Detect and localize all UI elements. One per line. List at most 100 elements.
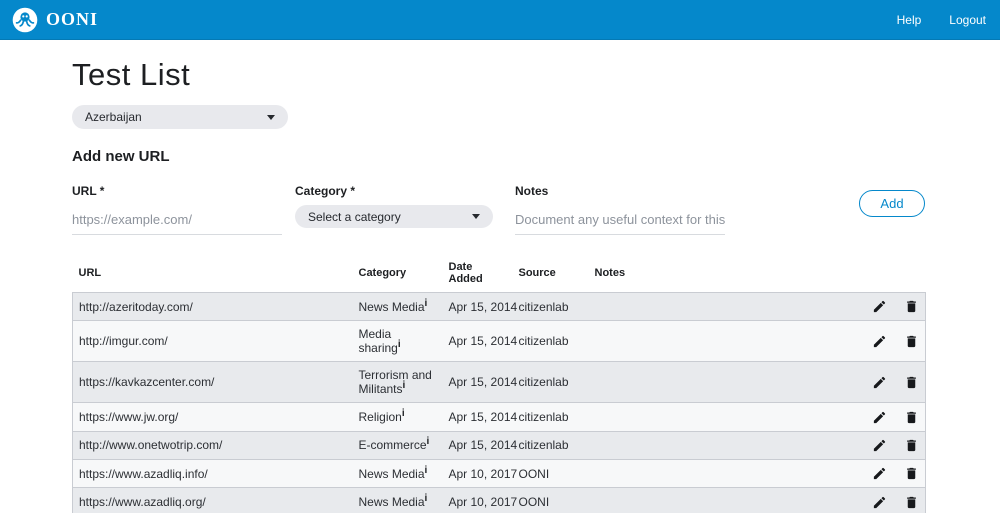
row-notes — [589, 431, 856, 459]
row-date-added: Apr 15, 2014 — [443, 362, 513, 403]
edit-pencil-icon[interactable] — [872, 495, 887, 510]
row-notes — [589, 459, 856, 487]
row-category: Media sharingi — [353, 321, 443, 362]
category-select[interactable]: Select a category — [295, 205, 493, 228]
row-actions — [856, 431, 926, 459]
url-input[interactable] — [72, 209, 282, 235]
brand-name: OONI — [46, 9, 98, 30]
col-header-notes: Notes — [589, 256, 856, 293]
ooni-logo-link[interactable]: OONI — [12, 7, 98, 33]
delete-trash-icon[interactable] — [904, 334, 919, 349]
table-row: https://kavkazcenter.com/ Terrorism and … — [73, 362, 926, 403]
notes-input[interactable] — [515, 209, 725, 235]
page-title: Test List — [72, 56, 925, 93]
row-actions — [856, 403, 926, 431]
row-source: citizenlab — [513, 321, 589, 362]
row-date-added: Apr 15, 2014 — [443, 431, 513, 459]
info-icon[interactable]: i — [425, 493, 428, 504]
row-notes — [589, 321, 856, 362]
delete-trash-icon[interactable] — [904, 438, 919, 453]
row-url: http://www.onetwotrip.com/ — [73, 431, 353, 459]
row-url: https://www.azadliq.org/ — [73, 488, 353, 513]
info-icon[interactable]: i — [402, 408, 405, 419]
delete-trash-icon[interactable] — [904, 410, 919, 425]
delete-trash-icon[interactable] — [904, 495, 919, 510]
info-icon[interactable]: i — [425, 298, 428, 309]
edit-pencil-icon[interactable] — [872, 410, 887, 425]
row-source: citizenlab — [513, 293, 589, 321]
row-category: E-commercei — [353, 431, 443, 459]
row-source: citizenlab — [513, 403, 589, 431]
delete-trash-icon[interactable] — [904, 375, 919, 390]
row-category: News Mediai — [353, 459, 443, 487]
info-icon[interactable]: i — [398, 339, 401, 350]
row-notes — [589, 362, 856, 403]
delete-trash-icon[interactable] — [904, 299, 919, 314]
category-select-value: Select a category — [308, 210, 401, 224]
delete-trash-icon[interactable] — [904, 466, 919, 481]
row-url: https://www.azadliq.info/ — [73, 459, 353, 487]
table-row: http://imgur.com/ Media sharingi Apr 15,… — [73, 321, 926, 362]
row-date-added: Apr 15, 2014 — [443, 321, 513, 362]
info-icon[interactable]: i — [403, 380, 406, 391]
row-notes — [589, 293, 856, 321]
row-actions — [856, 488, 926, 513]
info-icon[interactable]: i — [427, 436, 430, 447]
row-url: http://azeritoday.com/ — [73, 293, 353, 321]
row-date-added: Apr 10, 2017 — [443, 459, 513, 487]
table-row: http://azeritoday.com/ News Mediai Apr 1… — [73, 293, 926, 321]
row-actions — [856, 293, 926, 321]
table-row: https://www.jw.org/ Religioni Apr 15, 20… — [73, 403, 926, 431]
notes-field-group: Notes — [515, 184, 725, 235]
url-table-body: http://azeritoday.com/ News Mediai Apr 1… — [73, 293, 926, 513]
add-url-form: URL * Category * Select a category Notes… — [72, 184, 925, 235]
row-date-added: Apr 15, 2014 — [443, 293, 513, 321]
info-icon[interactable]: i — [425, 465, 428, 476]
row-category: News Mediai — [353, 293, 443, 321]
edit-pencil-icon[interactable] — [872, 438, 887, 453]
row-category: Religioni — [353, 403, 443, 431]
edit-pencil-icon[interactable] — [872, 466, 887, 481]
main-content: Test List Azerbaijan Add new URL URL * C… — [72, 56, 925, 513]
row-notes — [589, 403, 856, 431]
row-date-added: Apr 10, 2017 — [443, 488, 513, 513]
add-url-heading: Add new URL — [72, 148, 925, 165]
row-actions — [856, 321, 926, 362]
row-source: OONI — [513, 459, 589, 487]
col-header-source: Source — [513, 256, 589, 293]
table-row: http://www.onetwotrip.com/ E-commercei A… — [73, 431, 926, 459]
category-field-group: Category * Select a category — [295, 184, 493, 235]
col-header-actions — [856, 256, 926, 293]
row-source: OONI — [513, 488, 589, 513]
table-row: https://www.azadliq.org/ News Mediai Apr… — [73, 488, 926, 513]
col-header-url: URL — [73, 256, 353, 293]
row-date-added: Apr 15, 2014 — [443, 403, 513, 431]
row-source: citizenlab — [513, 362, 589, 403]
edit-pencil-icon[interactable] — [872, 299, 887, 314]
edit-pencil-icon[interactable] — [872, 334, 887, 349]
row-actions — [856, 362, 926, 403]
top-navigation-bar: OONI Help Logout — [0, 0, 1000, 40]
row-category: News Mediai — [353, 488, 443, 513]
chevron-down-icon — [267, 115, 275, 120]
top-nav-links: Help Logout — [897, 13, 986, 27]
category-label: Category * — [295, 184, 493, 198]
logout-link[interactable]: Logout — [949, 13, 986, 27]
col-header-date: Date Added — [443, 256, 513, 293]
url-table-header: URL Category Date Added Source Notes — [73, 256, 926, 293]
row-url: http://imgur.com/ — [73, 321, 353, 362]
row-source: citizenlab — [513, 431, 589, 459]
row-url: https://kavkazcenter.com/ — [73, 362, 353, 403]
url-field-group: URL * — [72, 184, 282, 235]
country-select-value: Azerbaijan — [85, 110, 142, 124]
edit-pencil-icon[interactable] — [872, 375, 887, 390]
row-url: https://www.jw.org/ — [73, 403, 353, 431]
help-link[interactable]: Help — [897, 13, 922, 27]
table-row: https://www.azadliq.info/ News Mediai Ap… — [73, 459, 926, 487]
url-table: URL Category Date Added Source Notes htt… — [72, 256, 926, 513]
country-select[interactable]: Azerbaijan — [72, 105, 288, 129]
notes-label: Notes — [515, 184, 725, 198]
row-notes — [589, 488, 856, 513]
add-button[interactable]: Add — [859, 190, 925, 217]
url-label: URL * — [72, 184, 282, 198]
